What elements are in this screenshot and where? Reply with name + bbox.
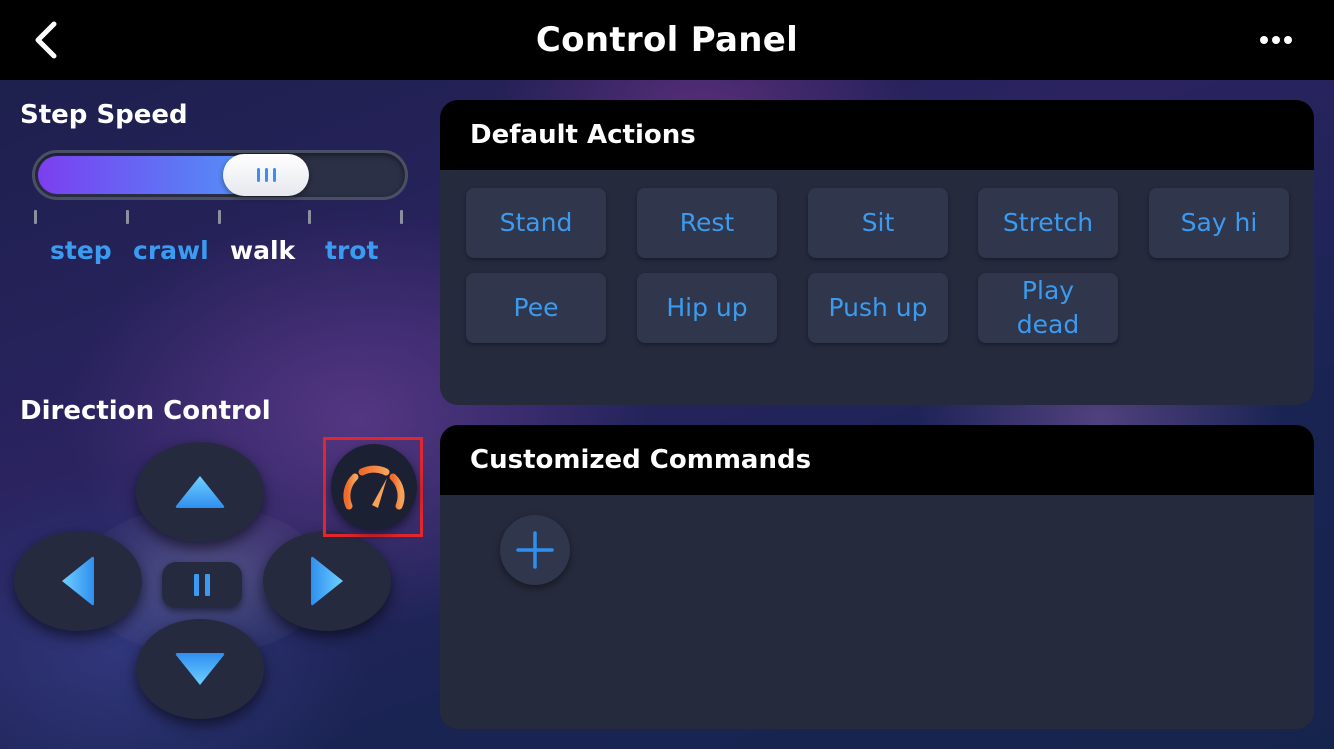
customized-commands-title: Customized Commands bbox=[440, 425, 1314, 495]
slider-tick bbox=[400, 210, 403, 224]
speed-option-crawl[interactable]: crawl bbox=[133, 236, 209, 265]
chevron-left-icon bbox=[35, 21, 57, 59]
plus-icon bbox=[516, 531, 554, 569]
customized-commands-panel: Customized Commands bbox=[440, 425, 1314, 729]
triangle-up-icon bbox=[175, 476, 225, 508]
pause-button[interactable] bbox=[162, 562, 242, 608]
turn-left-button[interactable] bbox=[14, 531, 142, 631]
action-play-dead-button[interactable]: Play dead bbox=[978, 273, 1118, 343]
speedometer-icon bbox=[343, 465, 405, 510]
move-forward-button[interactable] bbox=[136, 442, 264, 542]
page-title: Control Panel bbox=[535, 20, 799, 60]
speed-option-trot[interactable]: trot bbox=[325, 236, 378, 265]
back-button[interactable] bbox=[28, 18, 68, 62]
add-command-button[interactable] bbox=[500, 515, 570, 585]
slider-tick bbox=[218, 210, 221, 224]
speed-option-step[interactable]: step bbox=[50, 236, 112, 265]
direction-control-label: Direction Control bbox=[20, 396, 271, 426]
slider-tick bbox=[308, 210, 311, 224]
slider-thumb[interactable] bbox=[223, 154, 309, 196]
default-actions-title: Default Actions bbox=[440, 100, 1314, 170]
top-bar: Control Panel bbox=[0, 0, 1334, 80]
default-actions-panel: Default Actions Stand Rest Sit Stretch S… bbox=[440, 100, 1314, 405]
step-speed-slider[interactable] bbox=[32, 150, 408, 200]
step-speed-label: Step Speed bbox=[20, 100, 188, 130]
action-say-hi-button[interactable]: Say hi bbox=[1149, 188, 1289, 258]
action-hip-up-button[interactable]: Hip up bbox=[637, 273, 777, 343]
action-stretch-button[interactable]: Stretch bbox=[978, 188, 1118, 258]
move-backward-button[interactable] bbox=[136, 619, 264, 719]
highlight-box bbox=[323, 437, 423, 537]
more-button[interactable] bbox=[1256, 28, 1296, 52]
triangle-left-icon bbox=[62, 556, 94, 606]
action-push-up-button[interactable]: Push up bbox=[808, 273, 948, 343]
slider-tick bbox=[34, 210, 37, 224]
more-horizontal-icon bbox=[1260, 36, 1292, 44]
speed-option-walk[interactable]: walk bbox=[230, 236, 295, 265]
turn-right-button[interactable] bbox=[263, 531, 391, 631]
action-sit-button[interactable]: Sit bbox=[808, 188, 948, 258]
triangle-down-icon bbox=[175, 653, 225, 685]
pause-icon bbox=[194, 574, 199, 596]
slider-tick bbox=[126, 210, 129, 224]
action-pee-button[interactable]: Pee bbox=[466, 273, 606, 343]
action-rest-button[interactable]: Rest bbox=[637, 188, 777, 258]
triangle-right-icon bbox=[311, 556, 343, 606]
speed-mode-button[interactable] bbox=[331, 444, 417, 530]
action-stand-button[interactable]: Stand bbox=[466, 188, 606, 258]
